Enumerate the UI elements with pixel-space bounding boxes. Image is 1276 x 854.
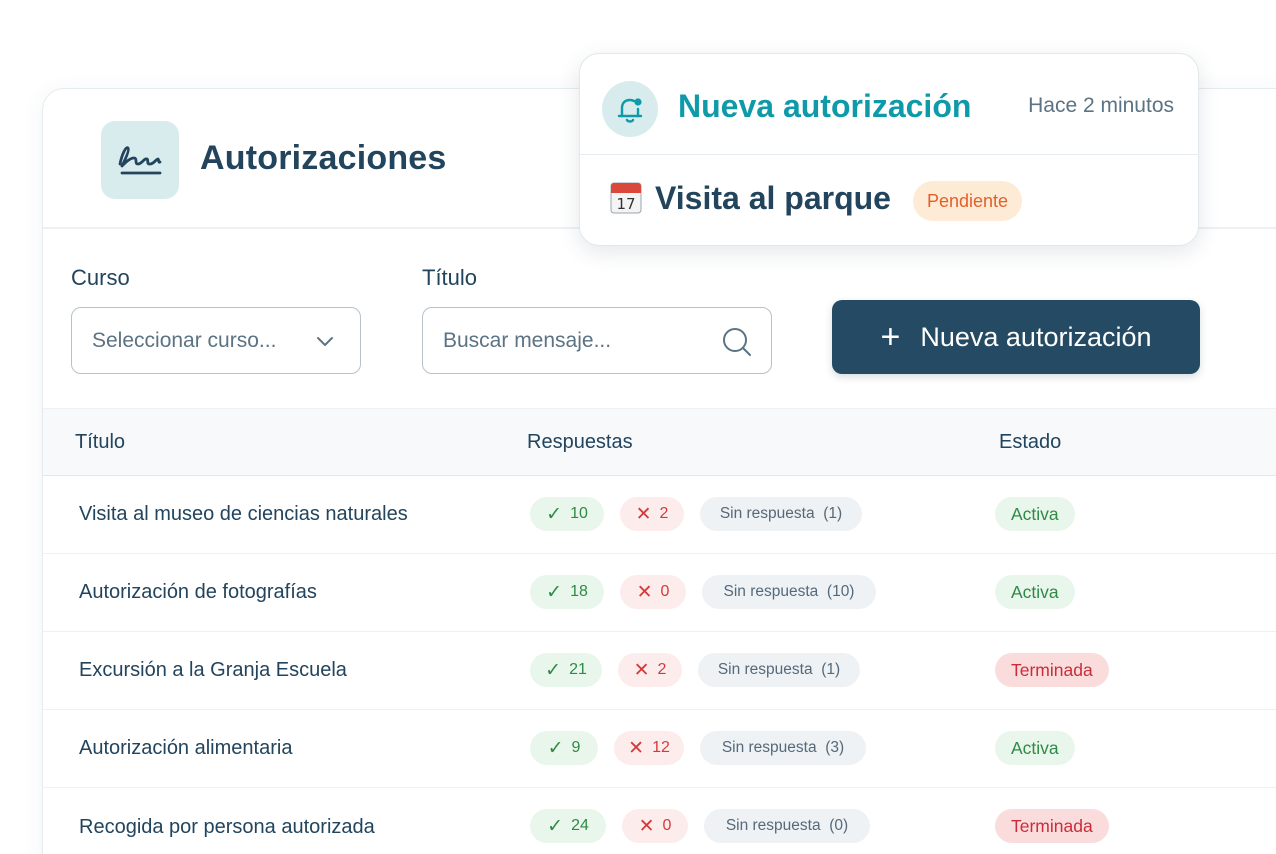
accepted-count-pill: ✓ 21 xyxy=(530,653,602,687)
plus-icon: + xyxy=(880,318,901,356)
table-row[interactable]: Autorización alimentaria ✓ 9 ✕ 12 Sin resp… xyxy=(43,710,1276,788)
table-row[interactable]: Recogida por persona autorizada ✓ 24 ✕ 0 S… xyxy=(43,788,1276,854)
x-icon: ✕ xyxy=(638,815,655,837)
status-badge: Activa xyxy=(995,575,1075,609)
check-icon: ✓ xyxy=(547,737,564,759)
new-authorization-button-label: Nueva autorización xyxy=(920,321,1152,352)
notification-time: Hace 2 minutos xyxy=(1028,94,1174,117)
accepted-count: 10 xyxy=(570,505,588,522)
check-icon: ✓ xyxy=(546,581,563,603)
column-header-status: Estado xyxy=(999,431,1062,453)
column-header-responses: Respuestas xyxy=(527,431,633,453)
accepted-count-pill: ✓ 9 xyxy=(530,731,598,765)
no-response-label: Sin respuesta xyxy=(723,583,819,600)
accepted-count-pill: ✓ 24 xyxy=(530,809,606,843)
rejected-count: 0 xyxy=(660,583,670,600)
accepted-count: 9 xyxy=(571,739,581,756)
check-icon: ✓ xyxy=(546,503,563,525)
no-response-count: (0) xyxy=(829,817,849,834)
x-icon: ✕ xyxy=(628,737,645,759)
no-response-count: (3) xyxy=(825,739,845,756)
column-header-title: Título xyxy=(75,431,126,453)
no-response-label: Sin respuesta xyxy=(725,817,821,834)
x-icon: ✕ xyxy=(636,581,653,603)
rejected-count-pill: ✕ 2 xyxy=(620,497,684,531)
accepted-count-pill: ✓ 18 xyxy=(530,575,604,609)
rejected-count: 0 xyxy=(662,817,672,834)
rejected-count-pill: ✕ 0 xyxy=(620,575,686,609)
rejected-count-pill: ✕ 2 xyxy=(618,653,682,687)
no-response-pill: Sin respuesta (1) xyxy=(698,653,860,687)
notification-header: Nueva autorización Hace 2 minutos xyxy=(580,54,1198,155)
no-response-label: Sin respuesta xyxy=(717,661,813,678)
check-icon: ✓ xyxy=(545,659,562,681)
pending-badge: Pendiente xyxy=(913,181,1023,221)
table-row[interactable]: Visita al museo de ciencias naturales ✓ 1… xyxy=(43,476,1276,554)
table-row[interactable]: Autorización de fotografías ✓ 18 ✕ 0 Sin r… xyxy=(43,554,1276,632)
chevron-down-icon xyxy=(316,332,334,355)
notification-card[interactable]: Nueva autorización Hace 2 minutos 17 Vis… xyxy=(579,53,1199,246)
row-title: Recogida por persona autorizada xyxy=(79,816,375,838)
search-icon[interactable] xyxy=(721,326,753,363)
no-response-label: Sin respuesta xyxy=(719,505,815,522)
course-select[interactable]: Seleccionar curso... xyxy=(71,307,361,374)
course-select-placeholder: Seleccionar curso... xyxy=(92,328,277,352)
no-response-label: Sin respuesta xyxy=(721,739,817,756)
table-header: Título Respuestas Estado xyxy=(43,408,1276,476)
rejected-count: 2 xyxy=(659,505,669,522)
status-badge: Terminada xyxy=(995,809,1109,843)
new-authorization-button[interactable]: + Nueva autorización xyxy=(832,300,1200,374)
status-badge: Activa xyxy=(995,731,1075,765)
x-icon: ✕ xyxy=(635,503,652,525)
row-title: Autorización de fotografías xyxy=(79,581,317,603)
title-filter-label: Título xyxy=(422,265,478,290)
check-icon: ✓ xyxy=(547,815,564,837)
table-row[interactable]: Excursión a la Granja Escuela ✓ 21 ✕ 2 Sin… xyxy=(43,632,1276,710)
rejected-count: 12 xyxy=(652,739,670,756)
x-icon: ✕ xyxy=(633,659,650,681)
accepted-count-pill: ✓ 10 xyxy=(530,497,604,531)
svg-text:17: 17 xyxy=(616,195,635,213)
search-input[interactable]: Buscar mensaje... xyxy=(422,307,772,374)
course-filter-label: Curso xyxy=(71,265,130,290)
no-response-pill: Sin respuesta (3) xyxy=(700,731,866,765)
no-response-pill: Sin respuesta (10) xyxy=(702,575,876,609)
row-title: Visita al museo de ciencias naturales xyxy=(79,503,408,525)
no-response-pill: Sin respuesta (1) xyxy=(700,497,862,531)
rejected-count: 2 xyxy=(657,661,667,678)
rejected-count-pill: ✕ 0 xyxy=(622,809,688,843)
no-response-count: (1) xyxy=(821,661,841,678)
row-title: Excursión a la Granja Escuela xyxy=(79,659,347,681)
rejected-count-pill: ✕ 12 xyxy=(614,731,684,765)
page-title: Autorizaciones xyxy=(200,139,447,177)
notification-event: Visita al parque xyxy=(655,180,891,216)
no-response-count: (1) xyxy=(823,505,843,522)
search-input-placeholder: Buscar mensaje... xyxy=(443,328,612,352)
status-badge: Activa xyxy=(995,497,1075,531)
accepted-count: 24 xyxy=(571,817,589,834)
no-response-pill: Sin respuesta (0) xyxy=(704,809,870,843)
status-badge: Terminada xyxy=(995,653,1109,687)
no-response-count: (10) xyxy=(826,583,855,600)
row-title: Autorización alimentaria xyxy=(79,737,293,759)
notification-title: Nueva autorización xyxy=(678,88,972,124)
accepted-count: 18 xyxy=(570,583,588,600)
calendar-icon: 17 xyxy=(610,180,642,214)
accepted-count: 21 xyxy=(569,661,587,678)
signature-icon xyxy=(101,121,179,199)
bell-icon xyxy=(602,81,658,137)
